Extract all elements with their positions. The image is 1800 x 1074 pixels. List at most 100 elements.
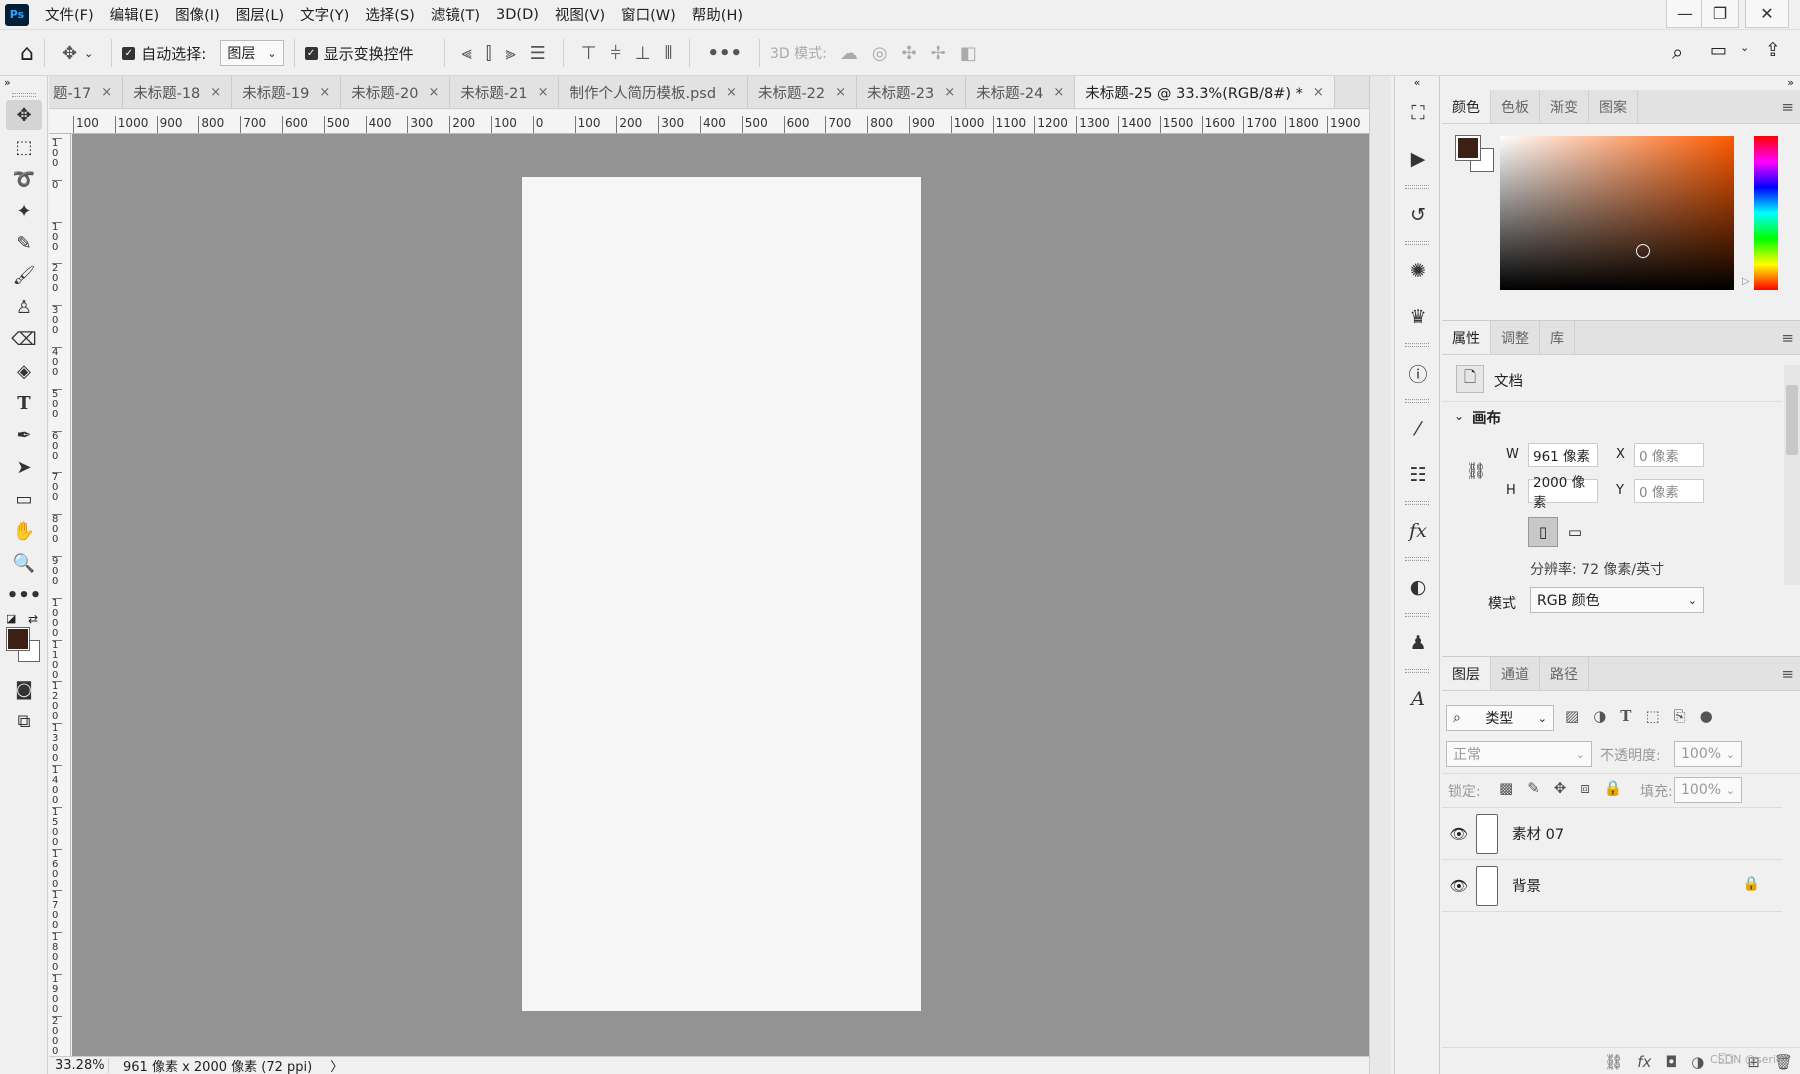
add-mask-icon[interactable]: ◘ xyxy=(1665,1053,1677,1071)
lasso-tool-icon[interactable]: ➰ xyxy=(6,164,42,194)
menu-type[interactable]: 文字(Y) xyxy=(292,4,357,25)
quick-mask-icon[interactable]: ◙ xyxy=(6,674,42,704)
magic-wand-tool-icon[interactable]: ✦ xyxy=(6,196,42,226)
vertical-scrollbar[interactable] xyxy=(1369,76,1391,1074)
brush-tool-icon[interactable]: 🖌 xyxy=(6,260,42,290)
tab-properties[interactable]: 属性 xyxy=(1442,321,1491,354)
menu-window[interactable]: 窗口(W) xyxy=(613,4,684,25)
new-adjustment-icon[interactable]: ◑ xyxy=(1691,1053,1704,1071)
height-field[interactable]: 2000 像素 xyxy=(1528,475,1598,511)
x-field[interactable]: 0 像素 xyxy=(1634,443,1704,467)
stamp-tool-icon[interactable]: ♙ xyxy=(6,292,42,322)
hand-tool-icon[interactable]: ✋ xyxy=(6,516,42,546)
tab-document[interactable]: 未标题-24 × xyxy=(966,76,1076,108)
lock-position-icon[interactable]: ✥ xyxy=(1554,779,1567,797)
properties-scrollbar[interactable] xyxy=(1784,365,1800,585)
eyedropper-tool-icon[interactable]: ✎ xyxy=(6,228,42,258)
color-picker-field[interactable] xyxy=(1500,136,1734,290)
lock-transparent-icon[interactable]: ▩ xyxy=(1499,779,1513,797)
pixel-layer-filter-icon[interactable]: ▨ xyxy=(1565,707,1579,725)
clone-source-icon[interactable]: ♛ xyxy=(1395,294,1441,340)
close-icon[interactable]: × xyxy=(538,85,549,100)
search-icon[interactable]: ⌕ xyxy=(1672,40,1683,64)
tab-document[interactable]: 未标题-19 × xyxy=(232,76,342,108)
layer-row[interactable]: 👁 背景 🔒 xyxy=(1442,860,1782,912)
3d-camera-icon[interactable]: ◧ xyxy=(960,43,977,64)
close-icon[interactable]: × xyxy=(1313,85,1324,100)
character-style-icon[interactable]: ♟ xyxy=(1395,620,1441,666)
zoom-tool-icon[interactable]: 🔍 xyxy=(6,548,42,578)
eraser-tool-icon[interactable]: ⌫ xyxy=(6,324,42,354)
tab-color[interactable]: 颜色 xyxy=(1442,90,1491,123)
tab-document[interactable]: 未标题-22 × xyxy=(747,76,858,108)
rectangle-tool-icon[interactable]: ▭ xyxy=(6,484,42,514)
panel-menu-icon[interactable]: ≡ xyxy=(1781,98,1794,116)
scrollbar-thumb[interactable] xyxy=(1786,385,1798,455)
portrait-orientation-icon[interactable]: ▯ xyxy=(1528,517,1558,547)
close-button[interactable]: ✕ xyxy=(1745,0,1789,28)
swap-colors-icon[interactable]: ⇄ xyxy=(28,612,38,626)
panel-grip[interactable] xyxy=(11,93,36,97)
tab-document[interactable]: 未标题-18 × xyxy=(123,76,233,108)
shapes-icon[interactable]: ◐ xyxy=(1395,564,1441,610)
auto-select-checkbox[interactable]: ✓ xyxy=(122,46,136,60)
smart-object-filter-icon[interactable]: ⎘ xyxy=(1674,707,1686,725)
histogram-icon[interactable]: ⛶ xyxy=(1395,90,1441,136)
tab-channels[interactable]: 通道 xyxy=(1491,657,1540,690)
chevron-down-icon[interactable]: ⌄ xyxy=(1454,409,1464,423)
visibility-eye-icon[interactable]: 👁 xyxy=(1442,877,1476,895)
lock-all-icon[interactable]: 🔒 xyxy=(1604,779,1623,797)
hue-slider[interactable] xyxy=(1754,136,1778,290)
shape-layer-filter-icon[interactable]: ⬚ xyxy=(1645,707,1659,725)
tab-document[interactable]: 未标题-20 × xyxy=(341,76,451,108)
adjustment-layer-filter-icon[interactable]: ◑ xyxy=(1593,707,1606,725)
tab-document[interactable]: 制作个人简历模板.psd × xyxy=(559,76,748,108)
more-tools-icon[interactable]: ••• xyxy=(6,580,42,610)
layer-style-fx-icon[interactable]: fx xyxy=(1637,1053,1651,1071)
fill-field[interactable]: 100% ⌄ xyxy=(1674,777,1742,803)
3d-roll-icon[interactable]: ◎ xyxy=(872,43,888,64)
document-canvas[interactable] xyxy=(522,177,921,1011)
pen-tool-icon[interactable]: ✒ xyxy=(6,420,42,450)
menu-filter[interactable]: 滤镜(T) xyxy=(423,4,488,25)
paint-bucket-tool-icon[interactable]: ◈ xyxy=(6,356,42,386)
link-layers-icon[interactable]: ⛓ xyxy=(1604,1053,1623,1071)
tab-document-active[interactable]: 未标题-25 @ 33.3%(RGB/8#) * × xyxy=(1075,76,1335,108)
filter-toggle-icon[interactable]: ● xyxy=(1700,707,1713,725)
actions-play-icon[interactable]: ▶ xyxy=(1395,136,1441,182)
distribute-horizontal-icon[interactable]: ⦀ xyxy=(665,43,673,64)
glyphs-icon[interactable]: A xyxy=(1395,676,1441,722)
chevron-down-icon[interactable]: ⌄ xyxy=(1740,41,1749,54)
color-mode-dropdown[interactable]: RGB 颜色 ⌄ xyxy=(1530,587,1704,613)
screen-mode-icon[interactable]: ⧉ xyxy=(6,706,42,736)
align-hcenter-icon[interactable]: ⫿ xyxy=(486,43,492,64)
layer-name[interactable]: 背景 xyxy=(1512,875,1541,896)
minimize-button[interactable]: — xyxy=(1666,0,1704,28)
tab-adjustments[interactable]: 调整 xyxy=(1491,321,1540,354)
align-top-icon[interactable]: ⊤ xyxy=(581,43,597,64)
visibility-eye-icon[interactable]: 👁 xyxy=(1442,825,1476,843)
foreground-color-swatch[interactable] xyxy=(6,627,30,651)
layer-filter-dropdown[interactable]: ⌕ 类型 ⌄ xyxy=(1446,705,1554,731)
expand-icon[interactable]: » xyxy=(1787,76,1794,89)
expand-icon[interactable]: » xyxy=(0,76,47,90)
menu-edit[interactable]: 编辑(E) xyxy=(102,4,167,25)
close-icon[interactable]: × xyxy=(1053,85,1064,100)
brushes-icon[interactable]: ⁄ xyxy=(1395,406,1441,452)
close-icon[interactable]: × xyxy=(101,85,112,100)
menu-help[interactable]: 帮助(H) xyxy=(684,4,751,25)
tab-paths[interactable]: 路径 xyxy=(1540,657,1589,690)
move-tool-icon[interactable]: ✥ xyxy=(6,100,42,130)
collapse-icon[interactable]: « xyxy=(1395,76,1439,90)
menu-view[interactable]: 视图(V) xyxy=(547,4,613,25)
show-transform-checkbox[interactable]: ✓ xyxy=(304,46,318,60)
align-bottom-icon[interactable]: ⊥ xyxy=(635,43,651,64)
close-icon[interactable]: × xyxy=(944,85,955,100)
layer-row[interactable]: 👁 素材 07 xyxy=(1442,808,1782,860)
3d-orbit-icon[interactable]: ☁ xyxy=(840,43,858,64)
menu-file[interactable]: 文件(F) xyxy=(37,4,102,25)
tab-document[interactable]: 题-17 × xyxy=(49,76,124,108)
restore-button[interactable]: ❐ xyxy=(1701,0,1739,28)
align-right-icon[interactable]: ⫸ xyxy=(506,43,516,64)
default-colors-icon[interactable]: ◪ xyxy=(6,612,16,625)
